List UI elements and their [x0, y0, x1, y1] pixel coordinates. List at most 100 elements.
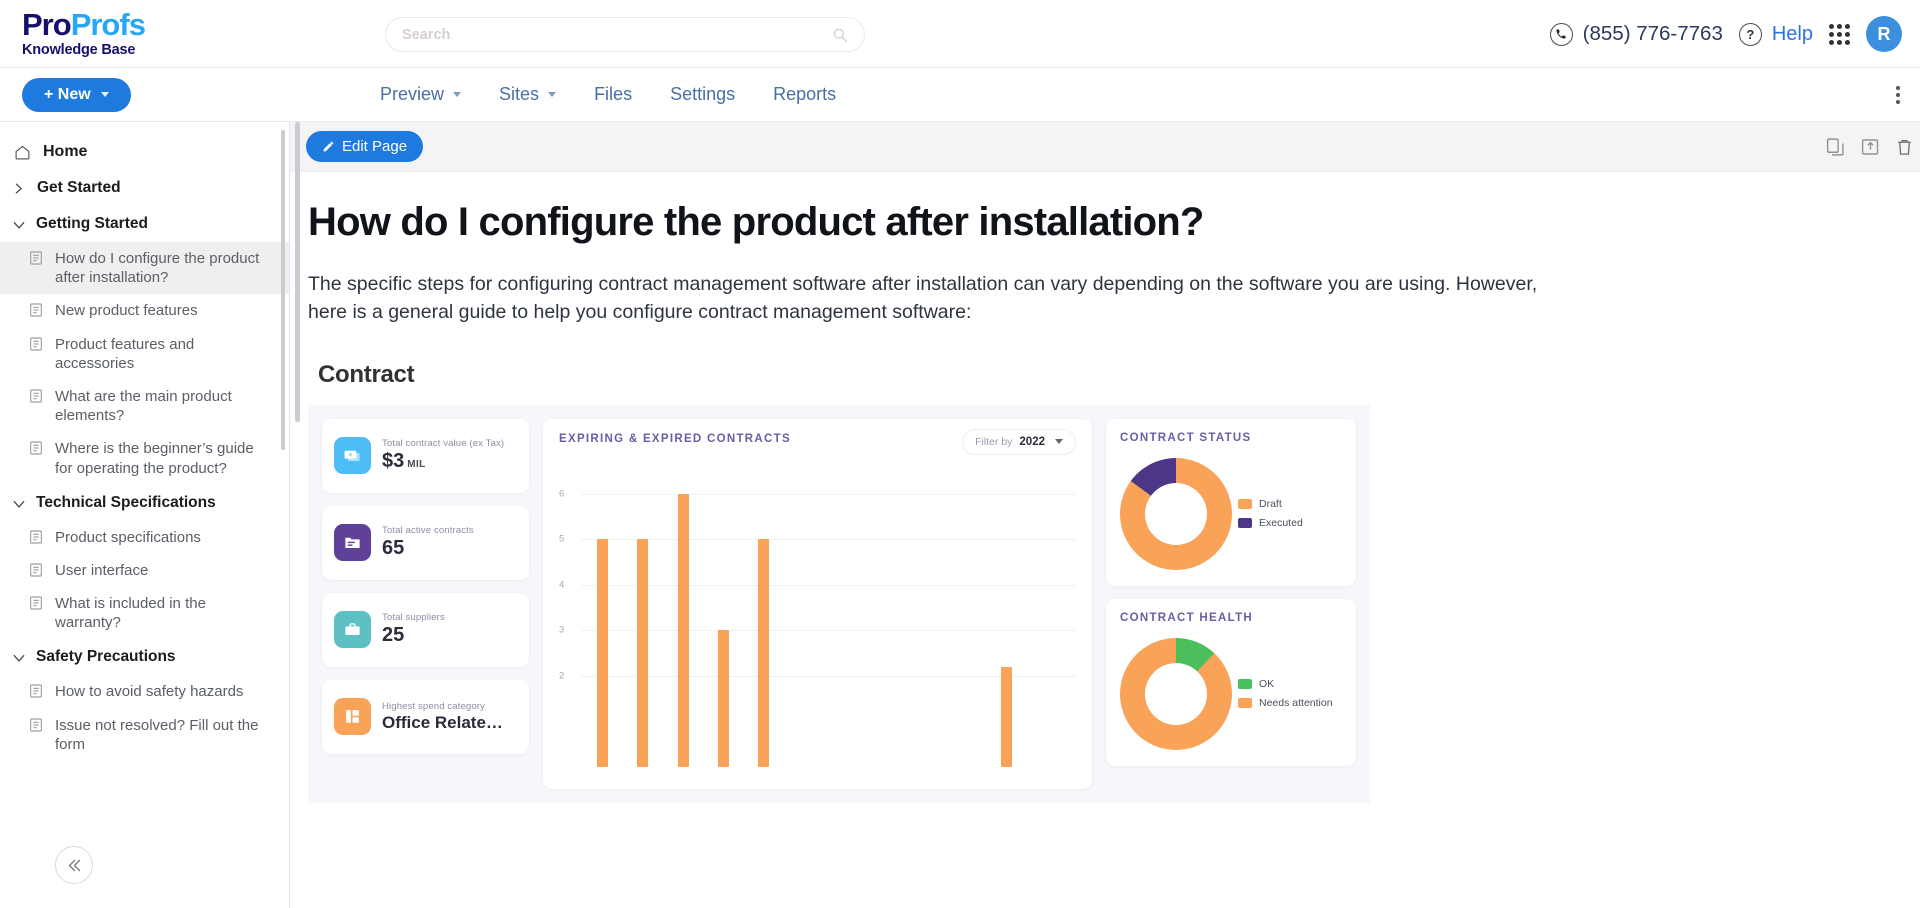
legend-swatch	[1238, 679, 1252, 690]
tab-preview[interactable]: Preview	[380, 84, 462, 105]
sidebar-item-user-interface[interactable]: User interface	[0, 554, 289, 587]
search-box[interactable]	[385, 17, 865, 52]
sidebar-item-label: New product features	[55, 302, 198, 320]
kpi-label: Total suppliers	[382, 612, 445, 624]
phone-number[interactable]: (855) 776-7763	[1583, 22, 1723, 46]
chart-y-tick: 4	[559, 579, 565, 591]
chart-y-tick: 6	[559, 488, 565, 500]
phone-icon[interactable]	[1549, 22, 1573, 46]
chart-y-tick: 5	[559, 533, 565, 545]
sidebar-item-configure-product[interactable]: How do I configure the product after ins…	[0, 242, 289, 295]
folder-icon	[334, 524, 371, 562]
document-icon	[30, 684, 42, 699]
export-page-icon[interactable]	[1860, 136, 1881, 157]
app-logo[interactable]: ProProfs Knowledge Base	[0, 9, 290, 58]
document-icon	[30, 563, 42, 577]
content-scrollbar[interactable]	[295, 122, 300, 422]
kebab-menu-icon[interactable]	[1896, 85, 1900, 104]
trash-icon[interactable]	[1895, 136, 1914, 157]
sidebar-item-warranty[interactable]: What is included in the warranty?	[0, 587, 289, 639]
tab-settings[interactable]: Settings	[670, 84, 735, 105]
help-link[interactable]: Help	[1772, 23, 1813, 46]
sidebar-group-safety-precautions-label: Safety Precautions	[36, 648, 176, 666]
bar-chart-plot: 2 3 4 5 6	[559, 467, 1076, 767]
new-button-label: + New	[44, 85, 91, 103]
legend-label: Executed	[1259, 517, 1303, 530]
kpi-value: $3 MIL	[382, 450, 504, 473]
sidebar-item-label: Product features and accessories	[55, 335, 195, 372]
chart-bars	[583, 467, 1068, 767]
search-input[interactable]	[402, 26, 832, 43]
main-area: Home Get Started Getting Started How do …	[0, 122, 1920, 908]
kpi-value: 65	[382, 537, 405, 560]
duplicate-page-icon[interactable]	[1825, 136, 1846, 157]
sidebar-item-product-features-accessories[interactable]: Product features and accessories	[0, 328, 289, 380]
kpi-label: Highest spend category	[382, 700, 485, 712]
chevron-down-icon	[1055, 439, 1063, 445]
kpi-column: Total contract value (ex Tax) $3 MIL Tota…	[322, 418, 529, 754]
chevron-down-icon	[13, 500, 25, 508]
sidebar-item-main-product-elements[interactable]: What are the main product elements?	[0, 380, 289, 432]
tab-sites[interactable]: Sites	[499, 84, 557, 105]
question-mark-icon[interactable]: ?	[1738, 22, 1762, 46]
expiring-expired-contracts-chart: EXPIRING & EXPIRED CONTRACTS Filter by 2…	[543, 418, 1092, 789]
sidebar-group-getting-started-label: Getting Started	[36, 215, 148, 232]
edit-page-button[interactable]: Edit Page	[306, 131, 424, 162]
kpi-text: Total suppliers 25	[382, 612, 445, 647]
avatar[interactable]: R	[1866, 16, 1902, 52]
chevron-right-icon	[15, 183, 22, 194]
sidebar-item-label: Product specifications	[55, 528, 201, 546]
tab-sites-label: Sites	[499, 84, 540, 104]
sidebar-item-label: What is included in the warranty?	[55, 595, 206, 632]
sidebar-item-beginners-guide[interactable]: Where is the beginner’s guide for operat…	[0, 432, 289, 484]
legend-item: OK	[1238, 678, 1333, 690]
tab-reports[interactable]: Reports	[773, 84, 836, 105]
contract-status-donut	[1120, 457, 1232, 570]
sidebar-collapse-button[interactable]	[55, 846, 93, 884]
sidebar-item-issue-not-resolved[interactable]: Issue not resolved? Fill out the form	[0, 709, 289, 761]
sidebar-group-getting-started[interactable]: Getting Started	[0, 206, 289, 242]
legend-item: Needs attention	[1238, 697, 1333, 709]
sidebar-group-technical-specifications[interactable]: Technical Specifications	[0, 485, 289, 521]
document-icon	[30, 303, 42, 317]
briefcase-icon	[334, 611, 371, 649]
legend-label: Needs attention	[1259, 697, 1333, 710]
sidebar-item-new-product-features[interactable]: New product features	[0, 294, 289, 327]
top-header: ProProfs Knowledge Base (855) 776-7763 ?…	[0, 0, 1920, 68]
sidebar-item-product-specifications[interactable]: Product specifications	[0, 521, 289, 554]
tab-files[interactable]: Files	[594, 84, 632, 105]
sidebar-scrollbar[interactable]	[281, 130, 285, 450]
chevron-double-left-icon	[68, 859, 80, 871]
chevron-down-icon	[548, 92, 557, 97]
article: How do I configure the product after ins…	[290, 172, 1920, 803]
chevron-down-icon	[100, 92, 109, 97]
article-paragraph: The specific steps for configuring contr…	[308, 273, 1538, 324]
kpi-card-total-active-contracts: Total active contracts 65	[322, 505, 529, 580]
contract-health-legend: OK Needs attention	[1238, 678, 1333, 709]
filter-by-dropdown[interactable]: Filter by 2022	[962, 428, 1076, 455]
sidebar-item-avoid-safety-hazards[interactable]: How to avoid safety hazards	[0, 675, 289, 708]
tab-preview-label: Preview	[380, 84, 445, 104]
kpi-value: Office Relate…	[382, 712, 503, 732]
filter-label: Filter by	[975, 435, 1013, 448]
pencil-icon	[323, 141, 334, 152]
document-icon	[30, 336, 42, 351]
edit-toolbar-actions	[1825, 136, 1920, 157]
contract-status-card: CONTRACT STATUS Draft Executed	[1106, 418, 1356, 586]
chart-y-tick: 3	[559, 624, 565, 636]
kpi-card-total-suppliers: Total suppliers 25	[322, 592, 529, 667]
dashboard-title: Contract	[318, 360, 415, 388]
legend-label: Draft	[1259, 498, 1282, 511]
new-button-wrap: + New	[0, 77, 290, 112]
legend-item: Draft	[1238, 498, 1303, 510]
legend-swatch	[1238, 518, 1252, 529]
sidebar-group-safety-precautions[interactable]: Safety Precautions	[0, 639, 289, 675]
kpi-number: $3	[382, 450, 405, 473]
chart-y-tick: 2	[559, 670, 565, 682]
chart-bar	[758, 539, 770, 767]
chevron-down-icon	[13, 221, 25, 229]
sidebar-item-home[interactable]: Home	[0, 134, 289, 170]
apps-grid-icon[interactable]	[1829, 23, 1850, 45]
sidebar-group-get-started[interactable]: Get Started	[0, 170, 289, 206]
new-button[interactable]: + New	[22, 77, 131, 112]
